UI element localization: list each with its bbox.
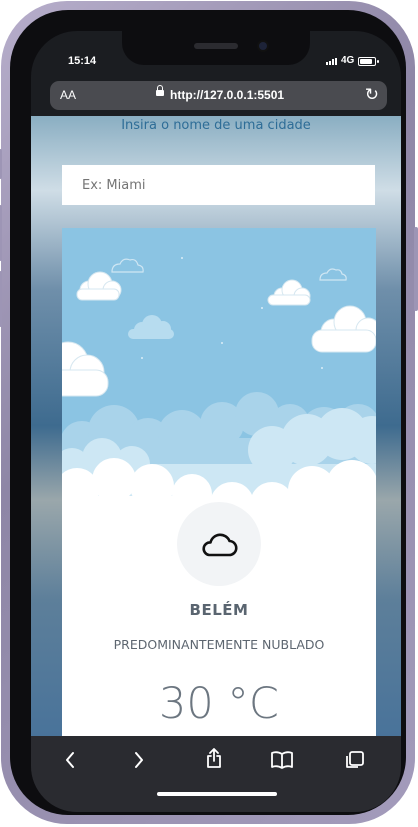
temperature: 30 °C [159, 679, 279, 729]
url-text[interactable]: http://127.0.0.1:5501 [170, 88, 284, 102]
city-name: BELÉM [189, 601, 249, 619]
reload-icon[interactable]: ↻ [365, 85, 379, 105]
share-icon[interactable] [205, 747, 223, 769]
text-size-button[interactable]: AA [60, 88, 76, 102]
phone-frame: 15:14 4G AA http://127.0.0.1:5501 ↻ Insi… [0, 1, 418, 824]
lock-icon [156, 85, 164, 96]
weather-card: BELÉM PREDOMINANTEMENTE NUBLADO 30 °C [62, 228, 376, 736]
tabs-icon[interactable] [344, 750, 366, 770]
cloud-icon [202, 533, 238, 557]
status-time: 15:14 [68, 55, 97, 67]
weather-condition: PREDOMINANTEMENTE NUBLADO [113, 637, 325, 652]
web-page: Insira o nome de uma cidade Ex: Miami BE… [31, 116, 401, 736]
bookmarks-icon[interactable] [270, 750, 294, 770]
network-type: 4G [341, 55, 355, 66]
speaker [194, 43, 238, 49]
city-search-input[interactable] [62, 165, 375, 205]
city-prompt-label: Insira o nome de uma cidade [121, 118, 311, 133]
front-camera [259, 42, 267, 50]
power-button [414, 227, 418, 311]
screen: 15:14 4G AA http://127.0.0.1:5501 ↻ Insi… [31, 31, 401, 812]
volume-down-button [0, 271, 2, 327]
back-icon[interactable] [63, 750, 77, 770]
battery-level [360, 59, 372, 64]
volume-up-button [0, 205, 2, 261]
home-indicator[interactable] [157, 792, 277, 796]
weather-icon-container [177, 502, 261, 586]
silent-switch [0, 149, 2, 179]
signal-icon [326, 58, 337, 65]
forward-icon[interactable] [132, 750, 146, 770]
battery-icon [358, 57, 379, 66]
browser-toolbar [31, 736, 401, 812]
sky-illustration [62, 228, 376, 518]
phone-bezel: 15:14 4G AA http://127.0.0.1:5501 ↻ Insi… [10, 10, 406, 815]
address-bar[interactable]: AA http://127.0.0.1:5501 ↻ [50, 81, 387, 110]
notch [122, 31, 310, 65]
